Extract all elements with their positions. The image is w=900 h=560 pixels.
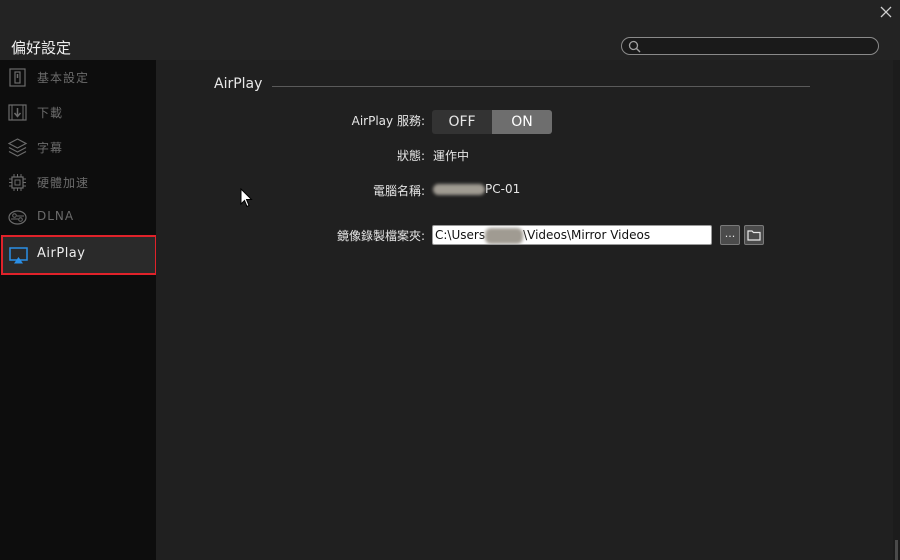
browse-button[interactable]: ... [720,225,740,245]
toggle-on-option[interactable]: ON [492,110,552,134]
airplay-service-label: AirPlay 服務: [351,114,425,128]
path-suffix: \Videos\Mirror Videos [523,228,651,242]
search-input[interactable] [646,39,872,53]
scrollbar-thumb[interactable] [895,540,898,560]
layers-icon [7,138,28,157]
title-bar: 偏好設定 [0,0,900,60]
open-folder-button[interactable] [744,225,764,245]
dlna-icon [8,210,27,225]
sidebar-item-label: 字幕 [37,141,64,155]
redacted-text [433,184,485,195]
chip-icon [9,174,26,191]
sidebar-item-basic-settings[interactable]: 基本設定 [0,60,156,94]
airplay-service-toggle[interactable]: OFF ON [432,110,552,134]
redacted-text [485,227,524,244]
sidebar-item-label: 基本設定 [37,71,90,85]
sidebar-item-download[interactable]: 下載 [0,95,156,129]
sidebar-item-label: AirPlay [37,246,86,261]
status-label: 狀態: [396,149,425,163]
section-divider [272,86,810,87]
settings-panel-icon [9,68,26,87]
computer-name-suffix: PC-01 [485,182,521,196]
main-panel: AirPlay AirPlay 服務: OFF ON 狀態: 運作中 電腦名稱:… [156,60,893,560]
window-title: 偏好設定 [11,39,72,57]
sidebar-item-dlna[interactable]: DLNA [0,200,156,234]
folder-icon [747,230,761,241]
download-icon [8,104,27,121]
toggle-off-option[interactable]: OFF [432,110,492,134]
computer-name-label: 電腦名稱: [372,184,425,198]
search-box[interactable] [621,37,879,55]
sidebar-item-label: 硬體加速 [37,176,90,190]
airplay-icon [9,247,28,264]
mirror-folder-path-field[interactable]: C:\Users \Videos\Mirror Videos [432,225,712,245]
sidebar-item-airplay[interactable]: AirPlay [1,235,157,275]
sidebar-item-hardware-acceleration[interactable]: 硬體加速 [0,165,156,199]
close-icon[interactable] [878,4,894,20]
status-value: 運作中 [433,149,470,163]
sidebar-item-label: 下載 [37,106,64,120]
sidebar-item-subtitles[interactable]: 字幕 [0,130,156,164]
sidebar-item-label: DLNA [37,209,75,223]
scrollbar[interactable] [893,60,900,560]
section-title: AirPlay [214,76,263,92]
sidebar: 基本設定 下載 字幕 硬體加速 DLNA AirPlay [0,60,157,560]
computer-name-value: PC-01 [433,182,520,196]
mirror-folder-label: 鏡像錄製檔案夾: [336,229,425,243]
search-icon [628,40,641,53]
path-prefix: C:\Users [435,228,486,242]
